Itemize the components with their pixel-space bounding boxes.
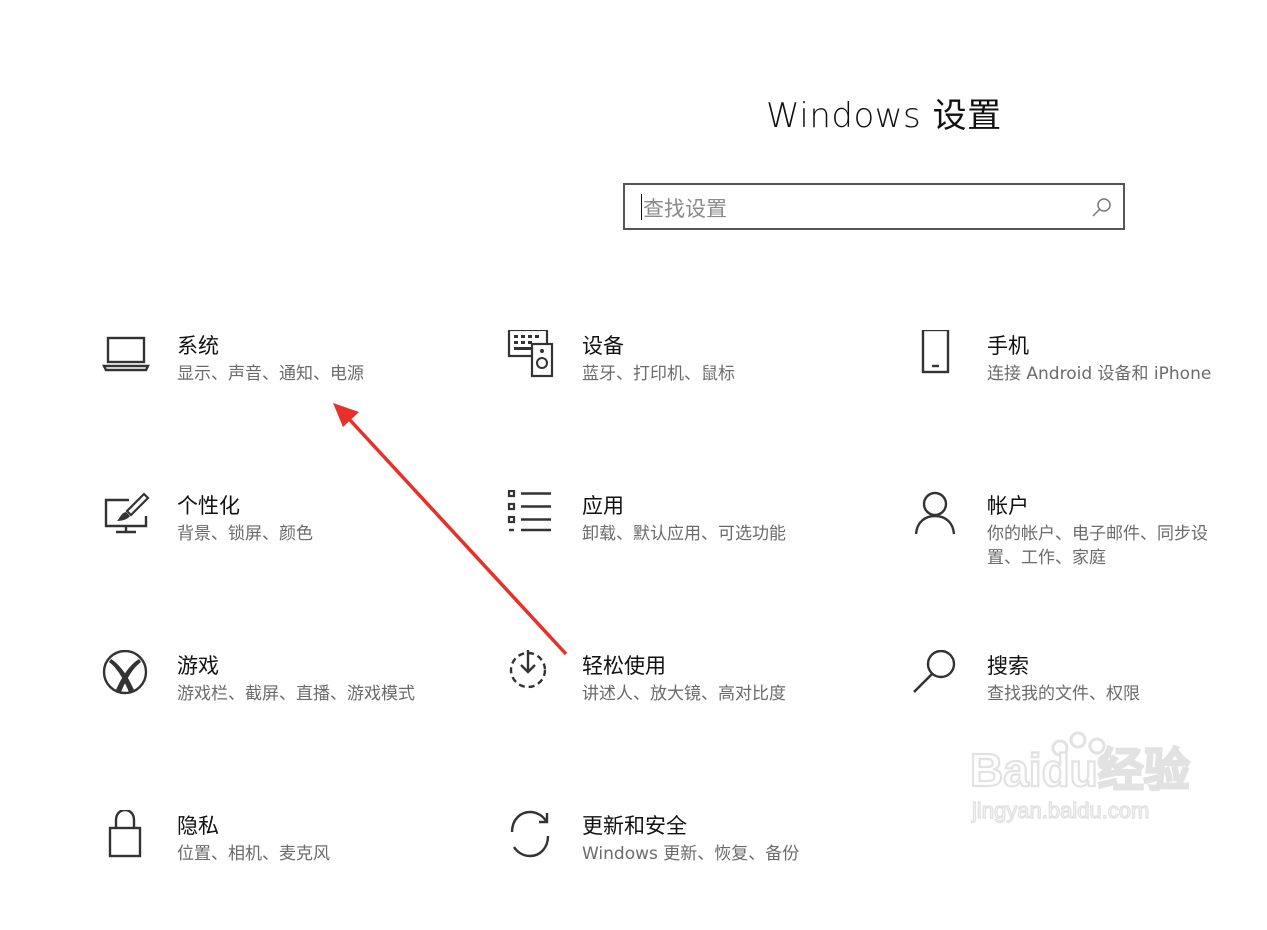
tile-name: 游戏: [177, 654, 219, 678]
tile-desc: 背景、锁屏、颜色: [177, 524, 313, 544]
tile-desc: 蓝牙、打印机、鼠标: [582, 364, 735, 384]
tile-desc: 你的帐户、电子邮件、同步设置、工作、家庭: [987, 524, 1208, 568]
tile-desc: 卸载、默认应用、可选功能: [582, 524, 786, 544]
xbox-icon: [101, 650, 153, 702]
tile-update-security[interactable]: 更新和安全 Windows 更新、恢复、备份: [506, 810, 836, 930]
tile-desc: 位置、相机、麦克风: [177, 844, 330, 864]
tile-name: 个性化: [177, 494, 240, 518]
watermark-url: jingyan.baidu.com: [971, 798, 1149, 823]
tile-ease-of-access[interactable]: 轻松使用 讲述人、放大镜、高对比度: [506, 650, 836, 770]
tile-name: 手机: [987, 334, 1029, 358]
tile-privacy[interactable]: 隐私 位置、相机、麦克风: [101, 810, 431, 930]
tile-name: 帐户: [987, 494, 1029, 518]
tile-desc: 讲述人、放大镜、高对比度: [582, 684, 786, 704]
tile-desc: 查找我的文件、权限: [987, 684, 1140, 704]
tile-personalization[interactable]: 个性化 背景、锁屏、颜色: [101, 490, 431, 610]
tile-name: 系统: [177, 334, 219, 358]
personalization-icon: [101, 490, 153, 542]
phone-icon: [911, 330, 963, 382]
tile-system[interactable]: 系统 显示、声音、通知、电源: [101, 330, 431, 450]
search-placeholder[interactable]: 查找设置: [643, 193, 727, 223]
apps-list-icon: [506, 490, 558, 542]
tile-name: 轻松使用: [582, 654, 666, 678]
tile-name: 设备: [582, 334, 624, 358]
search-icon: [911, 650, 963, 702]
ease-of-access-icon: [506, 650, 558, 702]
tile-desc: 连接 Android 设备和 iPhone: [987, 364, 1212, 384]
tile-name: 应用: [582, 494, 624, 518]
tile-desc: 游戏栏、截屏、直播、游戏模式: [177, 684, 415, 704]
search-box[interactable]: 查找设置: [623, 183, 1125, 230]
tile-name: 更新和安全: [582, 814, 687, 838]
search-icon[interactable]: [1091, 196, 1113, 218]
baidu-watermark: Baidu经验 jingyan.baidu.com: [969, 731, 1191, 824]
tile-gaming[interactable]: 游戏 游戏栏、截屏、直播、游戏模式: [101, 650, 431, 770]
page-title: Windows 设置: [766, 96, 1002, 136]
watermark-brand: Baidu经验: [970, 744, 1190, 796]
tile-desc: Windows 更新、恢复、备份: [582, 844, 800, 864]
update-sync-icon: [506, 810, 558, 862]
lock-icon: [101, 810, 153, 862]
tile-name: 隐私: [177, 814, 219, 838]
tile-devices[interactable]: 设备 蓝牙、打印机、鼠标: [506, 330, 836, 450]
person-icon: [911, 490, 963, 542]
tile-desc: 显示、声音、通知、电源: [177, 364, 364, 384]
tile-name: 搜索: [987, 654, 1029, 678]
tile-phone[interactable]: 手机 连接 Android 设备和 iPhone: [911, 330, 1241, 450]
tile-accounts[interactable]: 帐户 你的帐户、电子邮件、同步设置、工作、家庭: [911, 490, 1241, 610]
tile-apps[interactable]: 应用 卸载、默认应用、可选功能: [506, 490, 836, 610]
text-caret: [641, 194, 642, 220]
laptop-icon: [101, 330, 153, 382]
devices-icon: [506, 330, 558, 382]
